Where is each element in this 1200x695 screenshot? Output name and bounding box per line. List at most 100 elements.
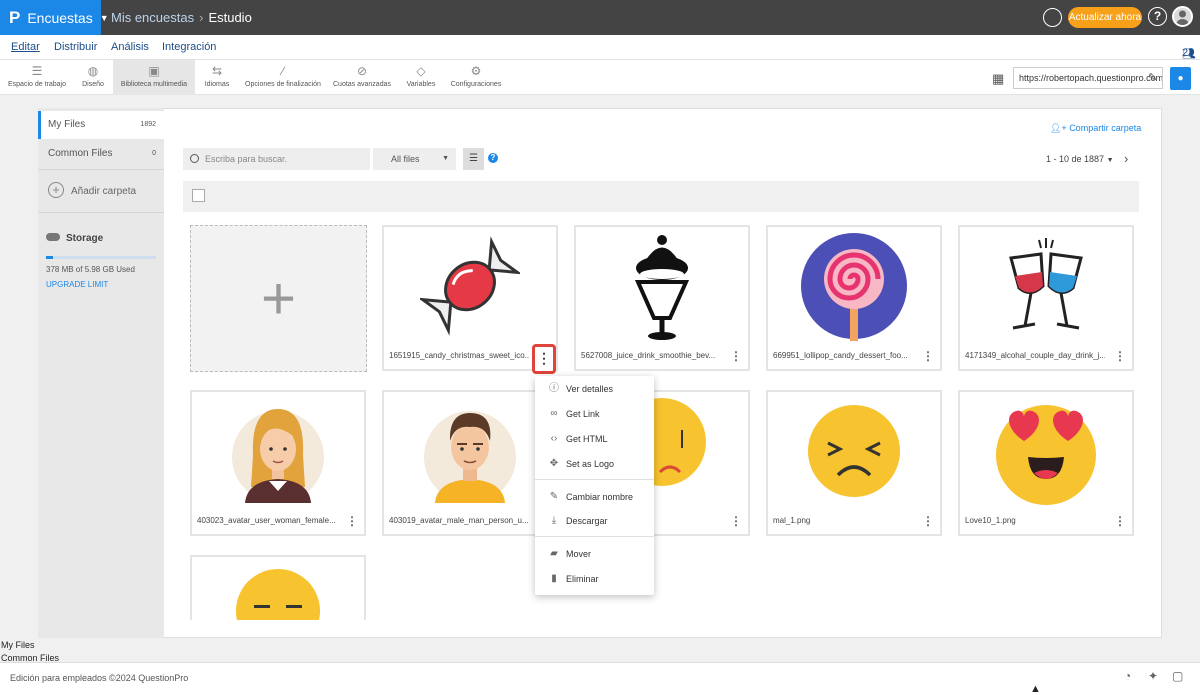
footer-text: Edición para empleados ©2024 QuestionPro — [10, 673, 189, 683]
upgrade-limit-link[interactable]: UPGRADE LIMIT — [46, 280, 108, 289]
add-user-icon: 👤︎+ — [1050, 123, 1070, 133]
file-options-kebab[interactable]: ⋮ — [1114, 514, 1126, 528]
breadcrumb-parent-link[interactable]: Mis encuestas — [111, 10, 194, 25]
toolbar-label: Diseño — [82, 81, 104, 88]
file-options-kebab[interactable]: ⋮ — [730, 349, 742, 363]
menu-item-label: Mover — [566, 549, 592, 559]
file-thumbnail-candy — [384, 227, 556, 345]
file-options-kebab[interactable]: ⋮ — [922, 514, 934, 528]
chat-bot-icon[interactable]: ▢ — [1172, 669, 1183, 683]
file-name: 403023_avatar_user_woman_female... — [197, 516, 336, 525]
file-card[interactable]: 669951_lollipop_candy_dessert_foo... ⋮ — [766, 225, 942, 371]
toolbar-media-library[interactable]: ▣ Biblioteca multimedia — [113, 60, 195, 95]
chevron-down-icon: ▼ — [99, 12, 109, 23]
filter-value: All files — [391, 154, 420, 164]
add-folder-button[interactable]: + Añadir carpeta — [38, 169, 164, 213]
tab-analisis[interactable]: Análisis — [111, 41, 149, 53]
next-page-icon[interactable]: › — [1124, 151, 1128, 166]
toolbar-variables[interactable]: ◇ Variables — [402, 60, 440, 95]
file-name: 1651915_candy_christmas_sweet_ico... — [389, 351, 529, 360]
pagination-label: 1 - 10 de 1887 — [1046, 154, 1105, 164]
list-view-icon[interactable]: ☰ — [463, 148, 484, 170]
toolbar-label: Biblioteca multimedia — [120, 81, 188, 88]
toolbar-advanced-quotas[interactable]: ⊘ Cuotas avanzadas — [332, 60, 392, 95]
help-icon[interactable]: ? — [1148, 7, 1167, 26]
file-search-input[interactable]: Escriba para buscar. — [183, 148, 370, 170]
workspace-icon: ☰ — [31, 64, 43, 78]
file-name: 4171349_alcohal_couple_day_drink_j... — [965, 351, 1105, 360]
survey-url-field[interactable]: https://robertopach.questionpro.com — [1013, 67, 1163, 89]
qr-code-icon[interactable]: ▦ — [992, 71, 1004, 87]
menu-item-set-as-logo[interactable]: ✥ Set as Logo — [535, 452, 654, 476]
menu-item-get-html[interactable]: ‹› Get HTML — [535, 427, 654, 451]
file-card[interactable]: 403019_avatar_male_man_person_u... — [382, 390, 558, 536]
menu-item-view-details[interactable]: ⓘ Ver detalles — [535, 377, 654, 401]
file-options-kebab[interactable]: ⋮ — [922, 349, 934, 363]
toolbar-workspace[interactable]: ☰ Espacio de trabajo — [6, 60, 68, 95]
pagination-dropdown[interactable]: 1 - 10 de 1887 ▼ — [1046, 154, 1114, 164]
sidebar-item-my-files[interactable]: My Files 1892 — [38, 111, 164, 139]
link-icon: ∞ — [550, 408, 558, 419]
menu-item-label: Ver detalles — [566, 384, 614, 394]
file-options-kebab[interactable]: ⋮ — [730, 514, 742, 528]
search-icon[interactable] — [1043, 8, 1062, 27]
menu-item-label: Eliminar — [566, 574, 599, 584]
translate-icon: ⇆ — [211, 64, 223, 78]
toolbar-design[interactable]: ◍ Diseño — [76, 60, 110, 95]
tab-distribuir[interactable]: Distribuir — [54, 41, 97, 53]
file-count: 0 — [152, 150, 156, 157]
menu-item-move[interactable]: ▰ Mover — [535, 542, 654, 566]
sparkle-icon[interactable]: ✦ — [1148, 669, 1158, 683]
app-switcher[interactable]: P Encuestas ▼ — [0, 0, 109, 35]
help-circle-icon[interactable]: ? — [488, 153, 498, 163]
file-thumbnail-mal-emoji — [768, 392, 940, 510]
menu-item-rename[interactable]: ✎ Cambiar nombre — [535, 485, 654, 509]
file-card[interactable]: mal_1.png ⋮ — [766, 390, 942, 536]
file-card[interactable]: 4171349_alcohal_couple_day_drink_j... ⋮ — [958, 225, 1134, 371]
file-name: 403019_avatar_male_man_person_u... — [389, 516, 529, 525]
file-card[interactable] — [190, 555, 366, 620]
upgrade-button[interactable]: Actualizar ahora — [1068, 7, 1142, 28]
app-name: Encuestas — [27, 9, 93, 26]
file-card[interactable]: Love10_1.png ⋮ — [958, 390, 1134, 536]
share-folder-label: Compartir carpeta — [1069, 123, 1142, 133]
file-card[interactable]: 5627008_juice_drink_smoothie_bev... ⋮ — [574, 225, 750, 371]
tab-editar[interactable]: Editar — [11, 41, 40, 53]
user-avatar[interactable] — [1172, 6, 1193, 27]
file-options-kebab-highlighted[interactable]: ⋮ — [532, 344, 556, 374]
menu-item-get-link[interactable]: ∞ Get Link — [535, 402, 654, 426]
edit-url-pencil-icon[interactable]: ✎ — [1148, 71, 1157, 84]
tag-icon: ◇ — [416, 64, 426, 78]
dropdown-arrow-icon: ▼ — [442, 155, 449, 162]
toolbar-languages[interactable]: ⇆ Idiomas — [200, 60, 234, 95]
menu-item-delete[interactable]: ▮ Eliminar — [535, 567, 654, 591]
dropdown-arrow-icon: ▼ — [1106, 157, 1114, 164]
toolbar-finish-options[interactable]: ⁄ Opciones de finalización — [243, 60, 323, 95]
toolbar-label: Espacio de trabajo — [8, 81, 66, 88]
menu-item-download[interactable]: ⤓ Descargar — [535, 509, 654, 533]
selection-bar — [183, 181, 1139, 212]
speed-gauge-icon[interactable]: ◔ — [1124, 669, 1131, 683]
palette-icon: ◍ — [87, 64, 99, 78]
file-card[interactable]: 403023_avatar_user_woman_female... ⋮ — [190, 390, 366, 536]
move-arrows-icon: ✥ — [549, 458, 559, 469]
file-thumbnail-ice-cream — [576, 227, 748, 345]
image-icon: ▣ — [148, 64, 160, 78]
toolbar-settings[interactable]: ⚙ Configuraciones — [448, 60, 504, 95]
file-count: 1892 — [140, 121, 156, 128]
select-all-checkbox[interactable] — [192, 189, 205, 202]
file-options-kebab[interactable]: ⋮ — [1114, 349, 1126, 363]
file-type-filter[interactable]: All files ▼ — [373, 148, 456, 170]
tab-integracion[interactable]: Integración — [162, 41, 216, 53]
plus-circle-icon: + — [48, 182, 64, 198]
cloud-icon — [46, 233, 60, 241]
chevron-right-icon: › — [199, 10, 204, 25]
share-folder-button[interactable]: 👤︎+ Compartir carpeta — [1050, 123, 1141, 134]
preview-eye-button[interactable]: ● — [1170, 67, 1191, 90]
sidebar-item-common-files[interactable]: Common Files 0 — [38, 140, 164, 168]
add-file-card[interactable]: + — [190, 225, 367, 372]
folder-sidebar: My Files 1892 Common Files 0 + Añadir car… — [38, 108, 164, 638]
file-options-kebab[interactable]: ⋮ — [346, 514, 358, 528]
trash-icon: ▮ — [551, 573, 557, 584]
file-name: Love10_1.png — [965, 516, 1016, 525]
